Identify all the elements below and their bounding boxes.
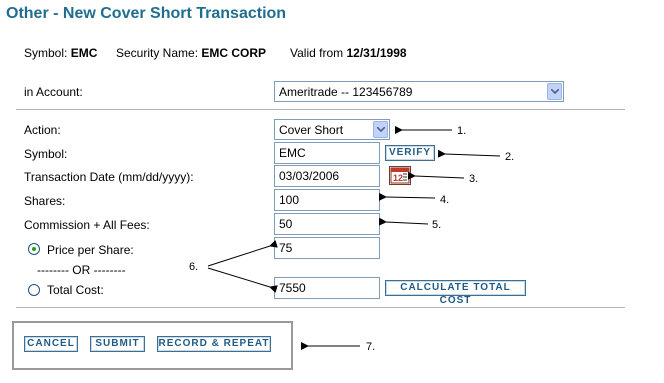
- callout-arrow-2: [437, 149, 501, 158]
- callout-arrows: [207, 126, 501, 350]
- callout-arrow-4: [378, 192, 436, 201]
- callout-2: 2.: [505, 151, 515, 163]
- callout-1: 1.: [457, 125, 467, 137]
- callout-4: 4.: [440, 194, 450, 206]
- callout-7: 7.: [366, 341, 376, 353]
- callout-5: 5.: [432, 219, 442, 231]
- callout-arrow-6b: [207, 267, 278, 293]
- callout-3: 3.: [469, 173, 479, 185]
- callout-arrow-5: [378, 217, 429, 226]
- callout-arrow-6a: [207, 240, 278, 267]
- callout-arrow-3: [407, 171, 465, 180]
- callout-6: 6.: [189, 261, 199, 273]
